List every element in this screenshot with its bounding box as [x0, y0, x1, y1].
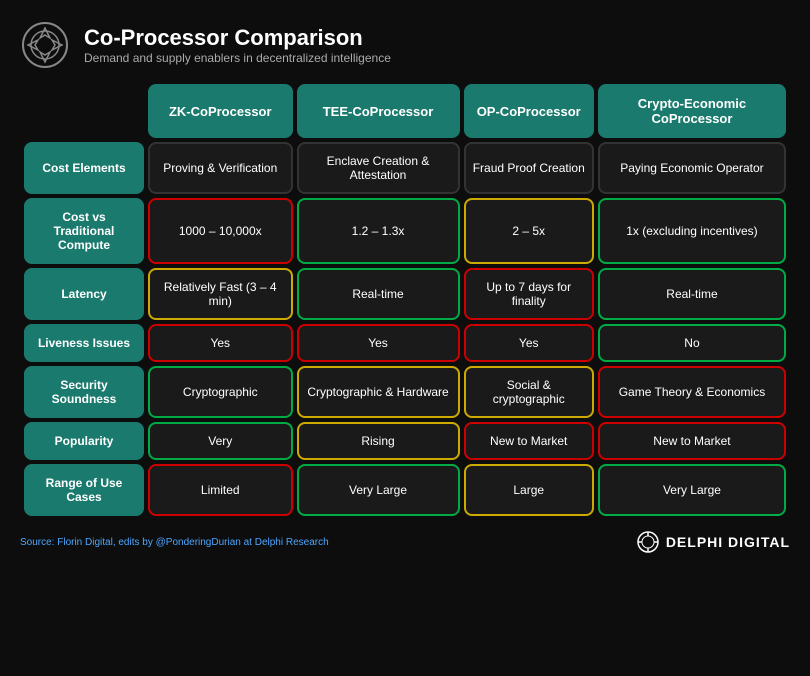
cell-cost-vs-traditional-col-0: 1000 – 10,000x [148, 198, 293, 264]
delphi-logo-icon [636, 530, 660, 554]
cell-security-soundness-col-2: Social & cryptographic [464, 366, 594, 418]
cell-security-soundness-col-0: Cryptographic [148, 366, 293, 418]
col-header-zk: ZK-CoProcessor [148, 84, 293, 138]
cell-popularity-col-0: Very [148, 422, 293, 460]
cell-latency-col-0: Relatively Fast (3 – 4 min) [148, 268, 293, 320]
row-header-cost-elements: Cost Elements [24, 142, 144, 194]
row-header-latency: Latency [24, 268, 144, 320]
cell-latency-col-3: Real-time [598, 268, 786, 320]
cell-liveness-issues-col-3: No [598, 324, 786, 362]
cell-security-soundness-col-3: Game Theory & Economics [598, 366, 786, 418]
comparison-table: ZK-CoProcessor TEE-CoProcessor OP-CoProc… [20, 80, 790, 520]
cell-range-of-use-cases-col-3: Very Large [598, 464, 786, 516]
cell-cost-vs-traditional-col-3: 1x (excluding incentives) [598, 198, 786, 264]
row-header-cost-vs-traditional: Cost vs Traditional Compute [24, 198, 144, 264]
page-subtitle: Demand and supply enablers in decentrali… [84, 51, 391, 65]
footer: Source: Florin Digital, edits by @Ponder… [20, 530, 790, 554]
page-header: Co-Processor Comparison Demand and suppl… [20, 20, 790, 70]
logo-icon [20, 20, 70, 70]
cell-cost-vs-traditional-col-1: 1.2 – 1.3x [297, 198, 460, 264]
brand-label: DELPHI DIGITAL [666, 534, 790, 550]
source-link[interactable]: @PonderingDurian [156, 537, 241, 548]
cell-popularity-col-1: Rising [297, 422, 460, 460]
cell-cost-elements-col-1: Enclave Creation & Attestation [297, 142, 460, 194]
cell-popularity-col-3: New to Market [598, 422, 786, 460]
cell-range-of-use-cases-col-1: Very Large [297, 464, 460, 516]
col-header-ce: Crypto-Economic CoProcessor [598, 84, 786, 138]
cell-range-of-use-cases-col-2: Large [464, 464, 594, 516]
col-header-op: OP-CoProcessor [464, 84, 594, 138]
source-suffix: at Delphi Research [241, 537, 329, 548]
cell-range-of-use-cases-col-0: Limited [148, 464, 293, 516]
cell-latency-col-1: Real-time [297, 268, 460, 320]
page-title: Co-Processor Comparison [84, 25, 391, 51]
cell-cost-vs-traditional-col-2: 2 – 5x [464, 198, 594, 264]
footer-source: Source: Florin Digital, edits by @Ponder… [20, 537, 329, 548]
cell-liveness-issues-col-2: Yes [464, 324, 594, 362]
cell-cost-elements-col-3: Paying Economic Operator [598, 142, 786, 194]
cell-cost-elements-col-2: Fraud Proof Creation [464, 142, 594, 194]
footer-brand: DELPHI DIGITAL [636, 530, 790, 554]
row-header-security-soundness: Security Soundness [24, 366, 144, 418]
header-text: Co-Processor Comparison Demand and suppl… [84, 25, 391, 65]
cell-latency-col-2: Up to 7 days for finality [464, 268, 594, 320]
row-header-liveness-issues: Liveness Issues [24, 324, 144, 362]
cell-popularity-col-2: New to Market [464, 422, 594, 460]
cell-liveness-issues-col-1: Yes [297, 324, 460, 362]
cell-cost-elements-col-0: Proving & Verification [148, 142, 293, 194]
row-header-range-of-use-cases: Range of Use Cases [24, 464, 144, 516]
row-header-popularity: Popularity [24, 422, 144, 460]
cell-liveness-issues-col-0: Yes [148, 324, 293, 362]
cell-security-soundness-col-1: Cryptographic & Hardware [297, 366, 460, 418]
source-text: Source: Florin Digital, edits by [20, 537, 156, 548]
col-header-tee: TEE-CoProcessor [297, 84, 460, 138]
